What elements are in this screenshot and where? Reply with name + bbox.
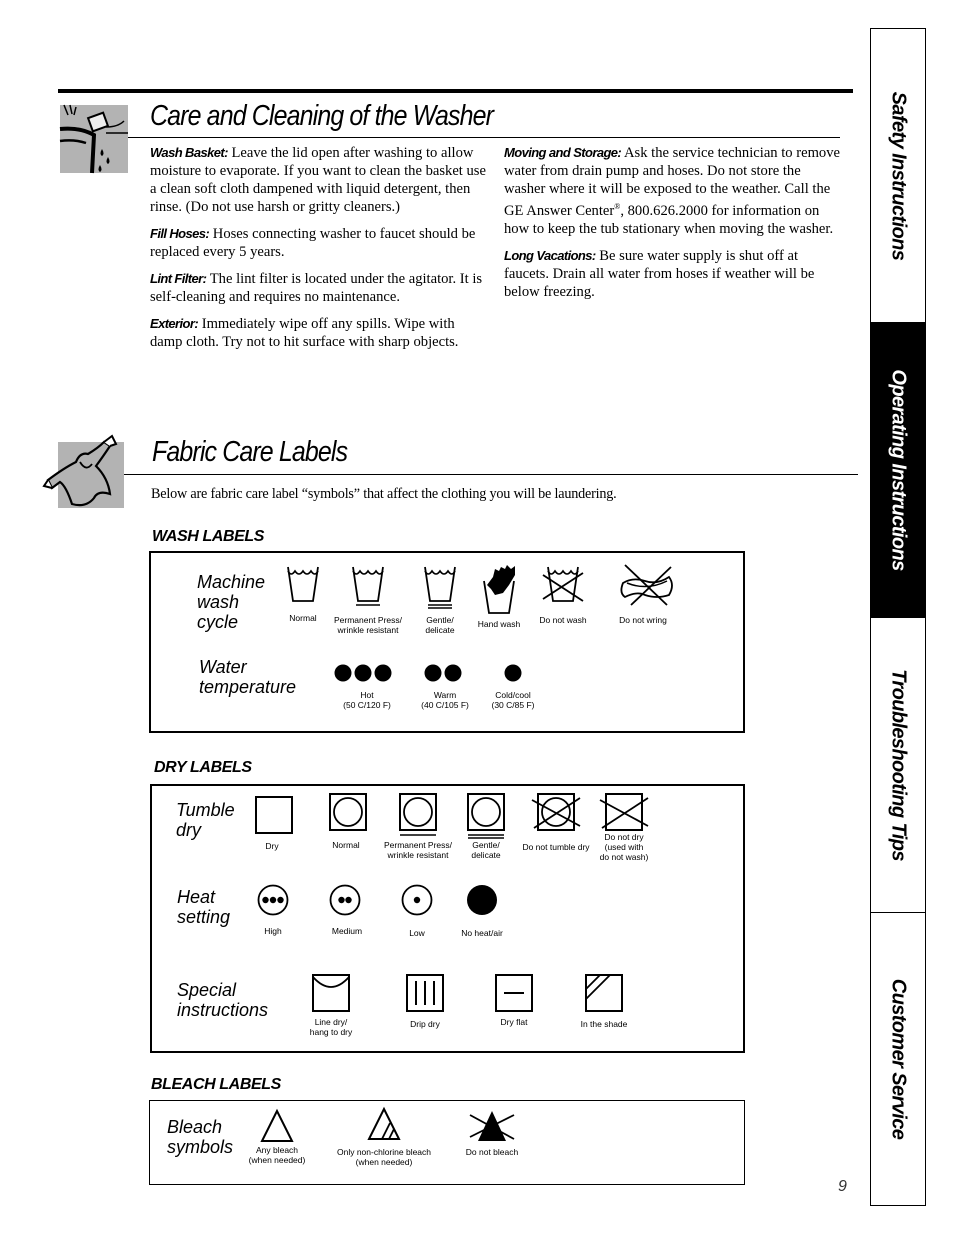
symbol-caption: Any bleach (when needed) <box>248 1145 306 1165</box>
care-symbol: Line dry/ hang to dry <box>310 973 352 1037</box>
no-heat-icon <box>467 885 497 915</box>
tumble-dry-row-label: Tumble dry <box>176 800 235 840</box>
tab-operating-instructions[interactable]: Operating Instructions <box>871 323 925 618</box>
care-symbol: Dry flat <box>494 973 534 1027</box>
symbol-caption: In the shade <box>580 1019 628 1029</box>
wash-labels-panel: Machine wash cycle Water temperature Nor… <box>149 551 745 733</box>
special-instructions-row-label: Special instructions <box>177 980 269 1020</box>
care-symbol: No heat/air <box>461 884 503 938</box>
care-symbol: Medium <box>329 884 362 936</box>
heat-low-icon <box>401 884 433 916</box>
care-symbol: Low <box>401 884 433 938</box>
wash-tub-permanent-press-icon <box>352 566 384 606</box>
care-symbol: Warm (40 C/105 F) <box>421 664 469 710</box>
wash-tub-gentle-icon <box>424 566 456 609</box>
hot-water-dots-icon <box>334 664 392 682</box>
do-not-bleach-icon <box>469 1111 515 1141</box>
care-symbol: Do not dry (used with do not wash) <box>599 792 649 862</box>
any-bleach-icon <box>260 1108 294 1142</box>
care-symbol: Hot (50 C/120 F) <box>334 664 396 710</box>
tumble-dry-gentle-icon <box>467 793 505 839</box>
care-item-fill-hoses: Fill Hoses: Hoses connecting washer to f… <box>150 226 476 260</box>
water-temp-row-label: Water temperature <box>199 657 297 697</box>
symbol-caption: No heat/air <box>461 928 503 938</box>
line-dry-icon <box>312 974 350 1012</box>
symbol-caption: Do not dry (used with do not wash) <box>599 832 649 862</box>
care-symbol: High <box>257 884 289 936</box>
care-symbol: Do not bleach <box>466 1109 518 1157</box>
care-symbol: In the shade <box>581 973 627 1029</box>
care-symbol: Do not wash <box>539 565 587 625</box>
care-item-wash-basket: Wash Basket: Leave the lid open after wa… <box>150 145 486 215</box>
tab-troubleshooting-tips[interactable]: Troubleshooting Tips <box>871 618 925 913</box>
fabric-intro: Below are fabric care label “symbols” th… <box>151 486 617 502</box>
tab-customer-service[interactable]: Customer Service <box>871 913 925 1205</box>
care-symbol: Hand wash <box>478 565 520 629</box>
care-section-title: Care and Cleaning of the Washer <box>150 100 494 132</box>
care-item-exterior: Exterior: Immediately wipe off any spill… <box>150 316 459 350</box>
dry-square-icon <box>255 796 293 834</box>
fabric-title-rule <box>124 474 858 475</box>
symbol-caption: Do not wring <box>619 615 667 625</box>
tumble-dry-normal-icon <box>329 793 367 831</box>
care-symbol: Gentle/ delicate <box>422 565 458 635</box>
dry-labels-panel: Tumble dry Heat setting Special instruct… <box>150 784 745 1053</box>
dry-flat-icon <box>495 974 533 1012</box>
section-top-bar <box>58 89 853 93</box>
hand-wash-icon <box>483 565 515 614</box>
do-not-tumble-dry-icon <box>531 793 581 831</box>
warm-water-dots-icon <box>424 664 462 682</box>
care-item-long-vacations: Long Vacations: Be sure water supply is … <box>504 247 815 300</box>
page-number: 9 <box>838 1178 847 1195</box>
tumble-dry-permanent-press-icon <box>399 793 437 836</box>
care-symbol: Do not wring <box>617 564 673 625</box>
side-navigation-tabs: Safety Instructions Operating Instructio… <box>870 28 926 1206</box>
care-left-column: Wash Basket: Leave the lid open after wa… <box>150 144 490 360</box>
wash-tub-normal-icon <box>287 566 319 602</box>
heat-medium-icon <box>329 884 361 916</box>
care-symbol: Drip dry <box>405 973 445 1029</box>
care-symbol: Only non-chlorine bleach (when needed) <box>337 1106 431 1167</box>
symbol-caption: Do not bleach <box>465 1147 519 1157</box>
care-title-rule <box>128 137 840 138</box>
cold-water-dot-icon <box>504 664 522 682</box>
care-symbol: Do not tumble dry <box>522 792 590 852</box>
do-not-wring-icon <box>620 564 673 606</box>
symbol-caption: Cold/cool (30 C/85 F) <box>491 690 535 710</box>
non-chlorine-bleach-icon <box>367 1106 401 1140</box>
do-not-dry-icon <box>599 793 649 831</box>
do-not-wash-icon <box>542 566 584 602</box>
care-symbol: Dry <box>254 795 294 851</box>
dry-in-shade-icon <box>585 974 623 1012</box>
drip-dry-icon <box>406 974 444 1012</box>
symbol-caption: Only non-chlorine bleach (when needed) <box>336 1147 432 1167</box>
machine-wash-row-label: Machine wash cycle <box>197 572 266 632</box>
fabric-section-title: Fabric Care Labels <box>152 436 348 468</box>
bleach-labels-heading: BLEACH LABELS <box>151 1076 281 1093</box>
heat-high-icon <box>257 884 289 916</box>
care-item-lint-filter: Lint Filter: The lint filter is located … <box>150 271 483 305</box>
care-symbol: Cold/cool (30 C/85 F) <box>492 664 535 710</box>
wash-labels-heading: WASH LABELS <box>152 528 265 545</box>
bleach-labels-panel: Bleach symbols Any bleach (when needed) O… <box>149 1100 745 1185</box>
care-symbol: Normal <box>328 792 368 850</box>
care-symbol: Permanent Press/ wrinkle resistant <box>334 565 402 635</box>
tab-safety-instructions[interactable]: Safety Instructions <box>871 29 925 323</box>
care-symbol: Normal <box>285 565 321 623</box>
care-symbol: Permanent Press/ wrinkle resistant <box>384 792 452 860</box>
dry-labels-heading: DRY LABELS <box>154 759 252 776</box>
washer-cleaning-icon <box>59 104 128 174</box>
heat-setting-row-label: Heat setting <box>177 887 231 927</box>
care-item-moving-storage: Moving and Storage: Ask the service tech… <box>504 145 840 237</box>
care-symbol: Any bleach (when needed) <box>249 1108 305 1165</box>
care-right-column: Moving and Storage: Ask the service tech… <box>504 144 840 310</box>
clothing-icon <box>42 434 124 508</box>
care-symbol: Gentle/ delicate <box>466 792 506 860</box>
